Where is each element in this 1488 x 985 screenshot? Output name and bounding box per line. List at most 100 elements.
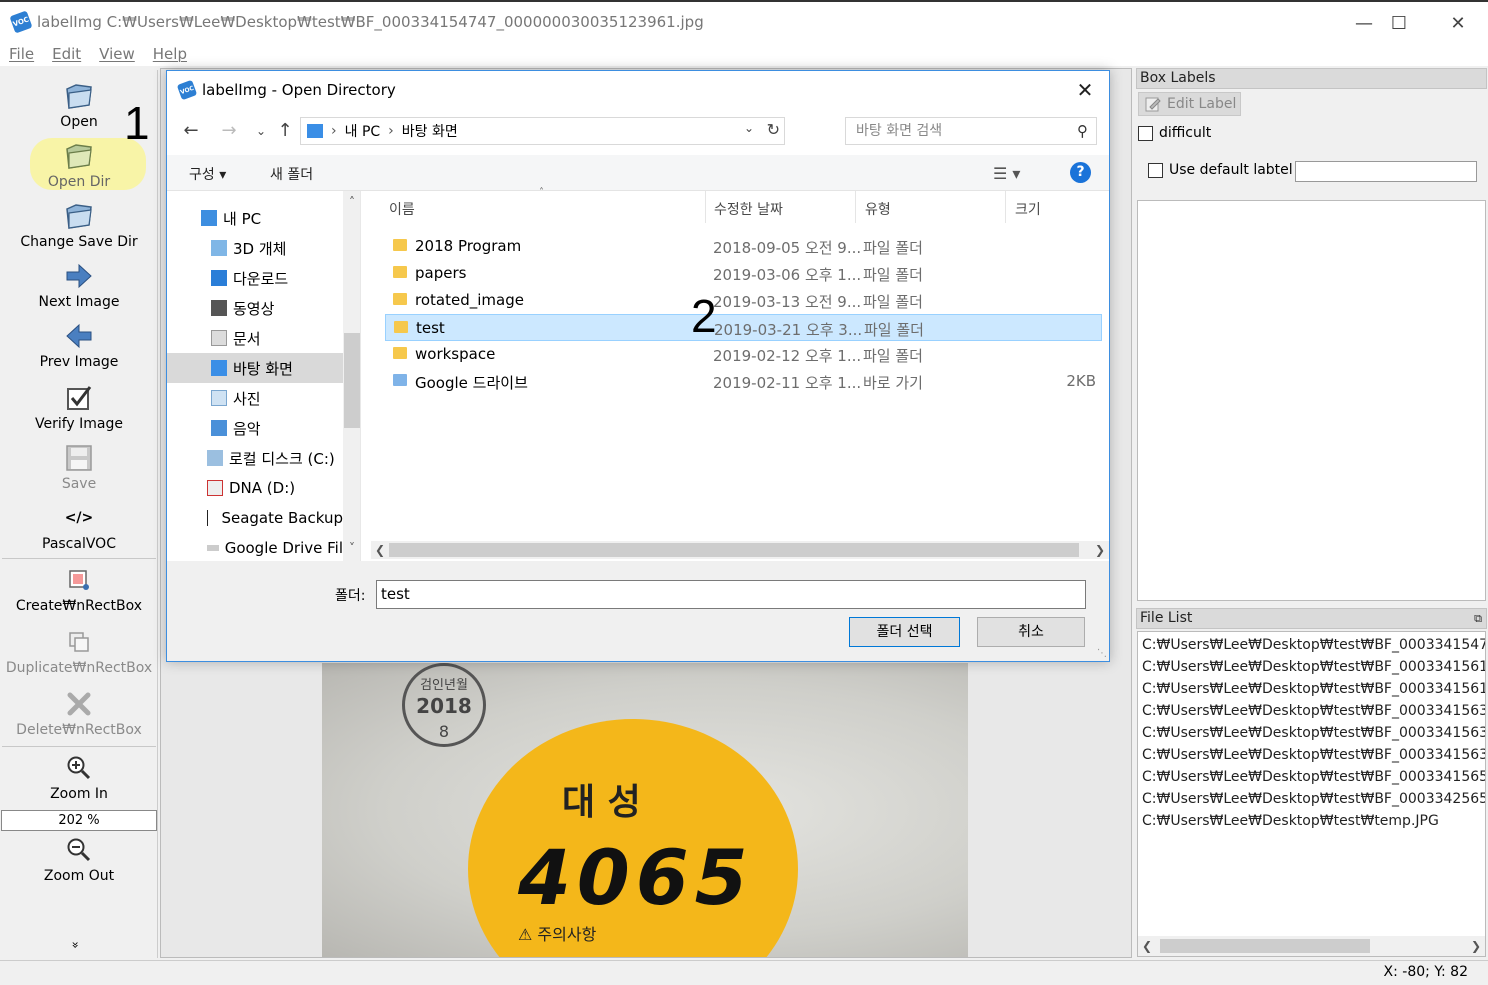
column-header-size[interactable]: 크기 xyxy=(1015,199,1041,219)
nav-item-local-disk[interactable]: 로컬 디스크 (C:) xyxy=(167,443,343,473)
file-list-item[interactable]: C:₩Users₩Lee₩Desktop₩test₩BF_00033425656… xyxy=(1138,788,1485,810)
file-list-item[interactable]: C:₩Users₩Lee₩Desktop₩test₩BF_00033415619… xyxy=(1138,678,1485,700)
recent-locations-chevron-icon[interactable]: ⌄ xyxy=(249,119,273,143)
breadcrumb-this-pc[interactable]: 내 PC xyxy=(345,121,381,141)
column-divider[interactable] xyxy=(855,191,856,223)
save-button[interactable]: Save xyxy=(0,442,158,492)
file-list-item[interactable]: C:₩Users₩Lee₩Desktop₩test₩BF_00033415638… xyxy=(1138,744,1485,766)
file-row[interactable]: 2018 Program 2018-09-05 오전 9... 파일 폴더 xyxy=(385,233,1102,260)
select-folder-button[interactable]: 폴더 선택 xyxy=(849,617,960,647)
toolbar-more-icon[interactable]: » xyxy=(69,941,83,948)
zoom-out-button[interactable]: Zoom Out xyxy=(0,834,158,884)
use-default-label-row[interactable]: Use default labtel xyxy=(1148,162,1293,178)
zoom-value-field[interactable]: 202 % xyxy=(1,810,157,831)
nav-item-label: 음악 xyxy=(233,419,261,438)
column-header-type[interactable]: 유형 xyxy=(865,199,891,219)
scroll-right-icon[interactable]: ❯ xyxy=(1467,936,1485,956)
scrollbar-thumb[interactable] xyxy=(344,333,360,428)
scroll-right-icon[interactable]: ❯ xyxy=(1091,541,1109,559)
scroll-left-icon[interactable]: ❮ xyxy=(1138,936,1156,956)
open-label: Open xyxy=(60,114,98,130)
create-rectbox-button[interactable]: Create₩nRectBox xyxy=(0,564,158,614)
cancel-button[interactable]: 취소 xyxy=(977,617,1085,647)
nav-item-pictures[interactable]: 사진 xyxy=(167,383,343,413)
label-list[interactable] xyxy=(1137,200,1486,601)
resize-grip-icon[interactable]: ⋱ xyxy=(1097,648,1107,659)
open-dir-button[interactable]: Open Dir xyxy=(0,140,158,190)
view-options-icon[interactable]: ☰ ▾ xyxy=(993,164,1020,183)
prev-image-button[interactable]: Prev Image xyxy=(0,320,158,370)
back-arrow-icon[interactable]: ← xyxy=(179,119,203,143)
change-save-dir-button[interactable]: Change Save Dir xyxy=(0,200,158,250)
scrollbar-thumb[interactable] xyxy=(389,543,1079,557)
file-list-item[interactable]: C:₩Users₩Lee₩Desktop₩test₩BF_00033415634… xyxy=(1138,700,1485,722)
nav-item-music[interactable]: 음악 xyxy=(167,413,343,443)
help-icon[interactable]: ? xyxy=(1070,162,1091,183)
scroll-left-icon[interactable]: ❮ xyxy=(371,541,389,559)
default-label-input[interactable] xyxy=(1295,161,1477,182)
column-divider[interactable] xyxy=(1005,191,1006,223)
maximize-icon[interactable]: ☐ xyxy=(1376,8,1422,38)
forward-arrow-icon[interactable]: → xyxy=(217,119,241,143)
file-pane: ˄ 이름 수정한 날짜 유형 크기 2018 Program 2018-09-0… xyxy=(367,187,1109,561)
menu-file[interactable]: File xyxy=(9,45,34,63)
menu-view[interactable]: View xyxy=(99,45,135,63)
column-header-date[interactable]: 수정한 날짜 xyxy=(714,199,783,219)
scroll-down-icon[interactable]: ˅ xyxy=(343,541,360,555)
file-row[interactable]: papers 2019-03-06 오후 1... 파일 폴더 xyxy=(385,260,1102,287)
file-list-item[interactable]: C:₩Users₩Lee₩Desktop₩test₩temp.JPG xyxy=(1138,810,1485,832)
nav-item-seagate[interactable]: Seagate Backup xyxy=(167,503,343,533)
nav-item-documents[interactable]: 문서 xyxy=(167,323,343,353)
duplicate-rectbox-button[interactable]: Duplicate₩nRectBox xyxy=(0,626,158,676)
file-row[interactable]: Google 드라이브 2019-02-11 오후 1... 바로 가기 2KB xyxy=(385,368,1102,395)
menu-help[interactable]: Help xyxy=(153,45,187,63)
navigation-scrollbar[interactable]: ˄ ˅ xyxy=(343,191,360,561)
difficult-checkbox-row[interactable]: difficult xyxy=(1138,125,1211,141)
address-dropdown-icon[interactable]: ⌄ xyxy=(744,121,754,135)
close-icon[interactable]: ✕ xyxy=(1435,8,1481,38)
nav-item-3d-objects[interactable]: 3D 개체 xyxy=(167,233,343,263)
file-list-item[interactable]: C:₩Users₩Lee₩Desktop₩test₩BF_00033415474… xyxy=(1138,634,1485,656)
new-folder-button[interactable]: 새 폴더 xyxy=(270,164,313,184)
file-row[interactable]: rotated_image 2019-03-13 오전 9... 파일 폴더 xyxy=(385,287,1102,314)
column-divider[interactable] xyxy=(705,191,706,223)
refresh-icon[interactable]: ↻ xyxy=(767,120,780,139)
zoom-in-button[interactable]: Zoom In xyxy=(0,752,158,802)
delete-rectbox-button[interactable]: Delete₩nRectBox xyxy=(0,688,158,738)
column-header-name[interactable]: 이름 xyxy=(389,199,415,219)
nav-item-desktop[interactable]: 바탕 화면 xyxy=(167,353,343,383)
address-bar[interactable]: › 내 PC › 바탕 화면 ⌄ ↻ xyxy=(300,117,785,145)
file-list-item[interactable]: C:₩Users₩Lee₩Desktop₩test₩BF_00033415650… xyxy=(1138,766,1485,788)
scrollbar-thumb[interactable] xyxy=(1160,939,1370,953)
file-pane-scrollbar[interactable]: ❮ ❯ xyxy=(371,541,1109,559)
up-arrow-icon[interactable]: ↑ xyxy=(273,119,297,143)
3d-objects-icon xyxy=(211,240,227,256)
file-list[interactable]: C:₩Users₩Lee₩Desktop₩test₩BF_00033415474… xyxy=(1137,631,1486,957)
verify-image-button[interactable]: Verify Image xyxy=(0,382,158,432)
file-row-selected[interactable]: test 2019-03-21 오후 3... 파일 폴더 xyxy=(385,314,1102,341)
nav-item-dna-drive[interactable]: DNA (D:) xyxy=(167,473,343,503)
folder-input[interactable]: test xyxy=(376,580,1086,609)
search-icon[interactable]: ⚲ xyxy=(1077,118,1088,144)
nav-item-downloads[interactable]: 다운로드 xyxy=(167,263,343,293)
nav-item-google-drive[interactable]: Google Drive Fil xyxy=(167,533,343,561)
menu-edit[interactable]: Edit xyxy=(52,45,81,63)
folder-icon xyxy=(393,239,407,251)
search-input[interactable]: 바탕 화면 검색 ⚲ xyxy=(845,117,1097,145)
difficult-checkbox[interactable] xyxy=(1138,125,1153,141)
file-row[interactable]: workspace 2019-02-12 오후 1... 파일 폴더 xyxy=(385,341,1102,368)
use-default-label-checkbox[interactable] xyxy=(1148,162,1163,178)
file-list-scrollbar[interactable]: ❮ ❯ xyxy=(1138,936,1485,956)
nav-item-videos[interactable]: 동영상 xyxy=(167,293,343,323)
breadcrumb-desktop[interactable]: 바탕 화면 xyxy=(402,121,458,141)
edit-label-button[interactable]: Edit Label xyxy=(1138,92,1241,116)
float-dock-icon[interactable]: ⧉ xyxy=(1474,609,1482,628)
format-toggle-button[interactable]: </> PascalVOC xyxy=(0,502,158,552)
next-image-button[interactable]: Next Image xyxy=(0,260,158,310)
organize-button[interactable]: 구성 ▾ xyxy=(189,164,226,184)
file-list-item[interactable]: C:₩Users₩Lee₩Desktop₩test₩BF_00033415635… xyxy=(1138,722,1485,744)
scroll-up-icon[interactable]: ˄ xyxy=(343,195,360,209)
nav-item-this-pc[interactable]: 내 PC xyxy=(167,203,343,233)
dialog-close-icon[interactable]: ✕ xyxy=(1073,78,1097,102)
file-list-item[interactable]: C:₩Users₩Lee₩Desktop₩test₩BF_00033415617… xyxy=(1138,656,1485,678)
